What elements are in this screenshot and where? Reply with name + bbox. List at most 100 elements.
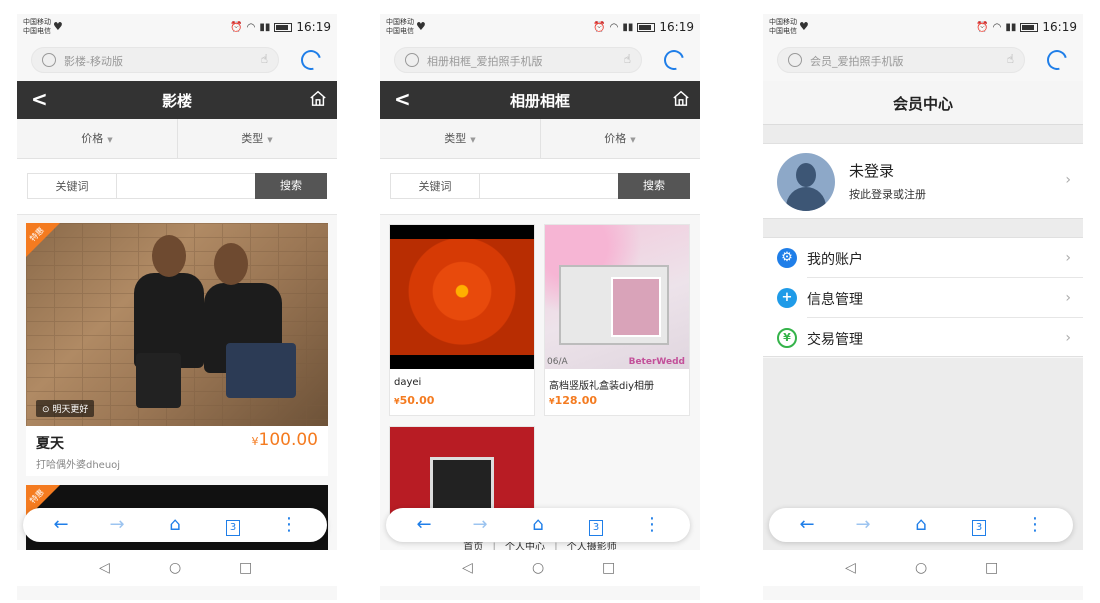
triangle-back-icon[interactable]: ◁ bbox=[462, 560, 473, 576]
tabs-button[interactable]: 3 bbox=[221, 514, 245, 536]
footprint-icon[interactable]: ☝ bbox=[624, 52, 631, 66]
circle-home-icon[interactable]: ○ bbox=[532, 560, 544, 576]
filter-type[interactable]: 类型 ▼ bbox=[380, 119, 540, 159]
status-bar: 中国移动 中国电信 ♥ ⏰ ◠ ▮▮ 16:19 bbox=[17, 14, 337, 42]
arrow-left-icon[interactable]: ← bbox=[795, 514, 819, 536]
menu-item-trade[interactable]: ¥ 交易管理 › bbox=[763, 318, 1083, 358]
carrier-line-2: 中国电信 bbox=[769, 27, 797, 35]
reload-icon[interactable] bbox=[660, 46, 688, 74]
carrier-line-1: 中国移动 bbox=[386, 18, 414, 26]
menu-item-info[interactable]: + 信息管理 › bbox=[763, 278, 1083, 318]
tabs-button[interactable]: 3 bbox=[584, 514, 608, 536]
person-head bbox=[152, 235, 186, 277]
product-name: dayei bbox=[394, 377, 422, 388]
item-photo: 特惠 ⊙ 明天更好 bbox=[26, 223, 328, 426]
home-outline-icon[interactable]: ⌂ bbox=[163, 514, 187, 536]
more-vert-icon[interactable]: ⋮ bbox=[640, 514, 664, 536]
tabs-count: 3 bbox=[972, 520, 986, 536]
circle-home-icon[interactable]: ○ bbox=[169, 560, 181, 576]
home-outline-icon[interactable]: ⌂ bbox=[526, 514, 550, 536]
price-value: 50.00 bbox=[399, 394, 435, 407]
address-text: 影楼-移动版 bbox=[64, 55, 123, 68]
filter-label: 价格 bbox=[81, 132, 104, 145]
triangle-back-icon[interactable]: ◁ bbox=[99, 560, 110, 576]
circle-home-icon[interactable]: ○ bbox=[915, 560, 927, 576]
page-header: 会员中心 bbox=[763, 81, 1083, 125]
carrier-label: 中国移动 中国电信 bbox=[23, 18, 51, 36]
product-price: ¥128.00 bbox=[549, 394, 597, 407]
avatar-head bbox=[796, 163, 816, 187]
arrow-left-icon[interactable]: ← bbox=[412, 514, 436, 536]
arrow-right-icon[interactable]: → bbox=[105, 514, 129, 536]
status-icons: ⏰ ◠ ▮▮ 16:19 bbox=[976, 20, 1077, 34]
tabs-count: 3 bbox=[226, 520, 240, 536]
menu-item-account[interactable]: ⚙ 我的账户 › bbox=[763, 238, 1083, 278]
list-item[interactable]: 特惠 ⊙ 明天更好 夏天 ¥100.00 打哈偶外婆dheuoj bbox=[26, 223, 328, 476]
location-text: 明天更好 bbox=[52, 405, 89, 415]
home-icon[interactable] bbox=[309, 89, 327, 107]
address-bar[interactable]: 会员_爱拍照手机版 ☝ bbox=[777, 47, 1025, 73]
arrow-left-icon[interactable]: ← bbox=[49, 514, 73, 536]
tabs-button[interactable]: 3 bbox=[967, 514, 991, 536]
yen-exchange-icon: ¥ bbox=[777, 328, 797, 348]
home-icon[interactable] bbox=[672, 89, 690, 107]
more-vert-icon[interactable]: ⋮ bbox=[1023, 514, 1047, 536]
arrow-right-icon[interactable]: → bbox=[468, 514, 492, 536]
filter-price[interactable]: 价格 ▼ bbox=[540, 119, 700, 159]
footprint-icon[interactable]: ☝ bbox=[261, 52, 268, 66]
alarm-icon: ⏰ bbox=[593, 21, 606, 33]
battery-icon bbox=[274, 22, 293, 32]
section-gap bbox=[763, 125, 1083, 143]
product-price: ¥50.00 bbox=[394, 394, 434, 407]
menu-label: 交易管理 bbox=[807, 332, 863, 348]
carrier-label: 中国移动 中国电信 bbox=[769, 18, 797, 36]
product-card[interactable]: 06/A BeterWedd 高档竖版礼盒装diy相册 ¥128.00 bbox=[544, 224, 690, 416]
wifi-icon: ◠ bbox=[992, 21, 1002, 33]
carrier-line-1: 中国移动 bbox=[769, 18, 797, 26]
signal-icon: ▮▮ bbox=[259, 21, 271, 33]
square-recents-icon[interactable]: □ bbox=[602, 560, 615, 576]
keyword-input[interactable] bbox=[117, 173, 257, 199]
alarm-icon: ⏰ bbox=[976, 21, 989, 33]
status-bar: 中国移动 中国电信 ♥ ⏰ ◠ ▮▮ 16:19 bbox=[380, 14, 700, 42]
battery-icon bbox=[637, 22, 656, 32]
system-nav: ◁ ○ □ bbox=[763, 550, 1083, 586]
keyword-input[interactable] bbox=[480, 173, 620, 199]
signal-icon: ▮▮ bbox=[622, 21, 634, 33]
status-icons: ⏰ ◠ ▮▮ 16:19 bbox=[230, 20, 331, 34]
heart-icon: ♥ bbox=[416, 20, 426, 33]
search-button[interactable]: 搜索 bbox=[618, 173, 690, 199]
product-image bbox=[390, 225, 534, 369]
reload-icon[interactable] bbox=[297, 46, 325, 74]
square-recents-icon[interactable]: □ bbox=[239, 560, 252, 576]
search-row: 关键词 搜索 bbox=[17, 159, 337, 215]
heart-icon: ♥ bbox=[799, 20, 809, 33]
filter-price[interactable]: 价格 ▼ bbox=[17, 119, 177, 159]
browser-toolbar: ← → ⌂ 3 ⋮ bbox=[769, 508, 1073, 542]
item-name: 夏天 bbox=[36, 436, 64, 452]
page-title: 会员中心 bbox=[892, 95, 953, 113]
home-outline-icon[interactable]: ⌂ bbox=[909, 514, 933, 536]
album-photo: 06/A BeterWedd bbox=[545, 225, 689, 369]
image-code-text: 06/A bbox=[547, 357, 568, 367]
gear-icon: ⚙ bbox=[777, 248, 797, 268]
address-bar[interactable]: 影楼-移动版 ☝ bbox=[31, 47, 279, 73]
triangle-back-icon[interactable]: ◁ bbox=[845, 560, 856, 576]
more-vert-icon[interactable]: ⋮ bbox=[277, 514, 301, 536]
footprint-icon[interactable]: ☝ bbox=[1007, 52, 1014, 66]
globe-icon bbox=[42, 53, 56, 67]
status-time: 16:19 bbox=[659, 20, 694, 34]
reload-icon[interactable] bbox=[1043, 46, 1071, 74]
address-bar[interactable]: 相册相框_爱拍照手机版 ☝ bbox=[394, 47, 642, 73]
page-header: < 影楼 bbox=[17, 81, 337, 119]
filter-type[interactable]: 类型 ▼ bbox=[177, 119, 337, 159]
arrow-right-icon[interactable]: → bbox=[851, 514, 875, 536]
product-card[interactable]: dayei ¥50.00 bbox=[389, 224, 535, 416]
product-name: 高档竖版礼盒装diy相册 bbox=[549, 381, 655, 392]
login-row[interactable]: 未登录 按此登录或注册 › bbox=[763, 143, 1083, 219]
search-button[interactable]: 搜索 bbox=[255, 173, 327, 199]
battery-icon bbox=[1020, 22, 1039, 32]
browser-toolbar: ← → ⌂ 3 ⋮ bbox=[386, 508, 690, 542]
page-title: 相册相框 bbox=[509, 92, 570, 110]
square-recents-icon[interactable]: □ bbox=[985, 560, 998, 576]
